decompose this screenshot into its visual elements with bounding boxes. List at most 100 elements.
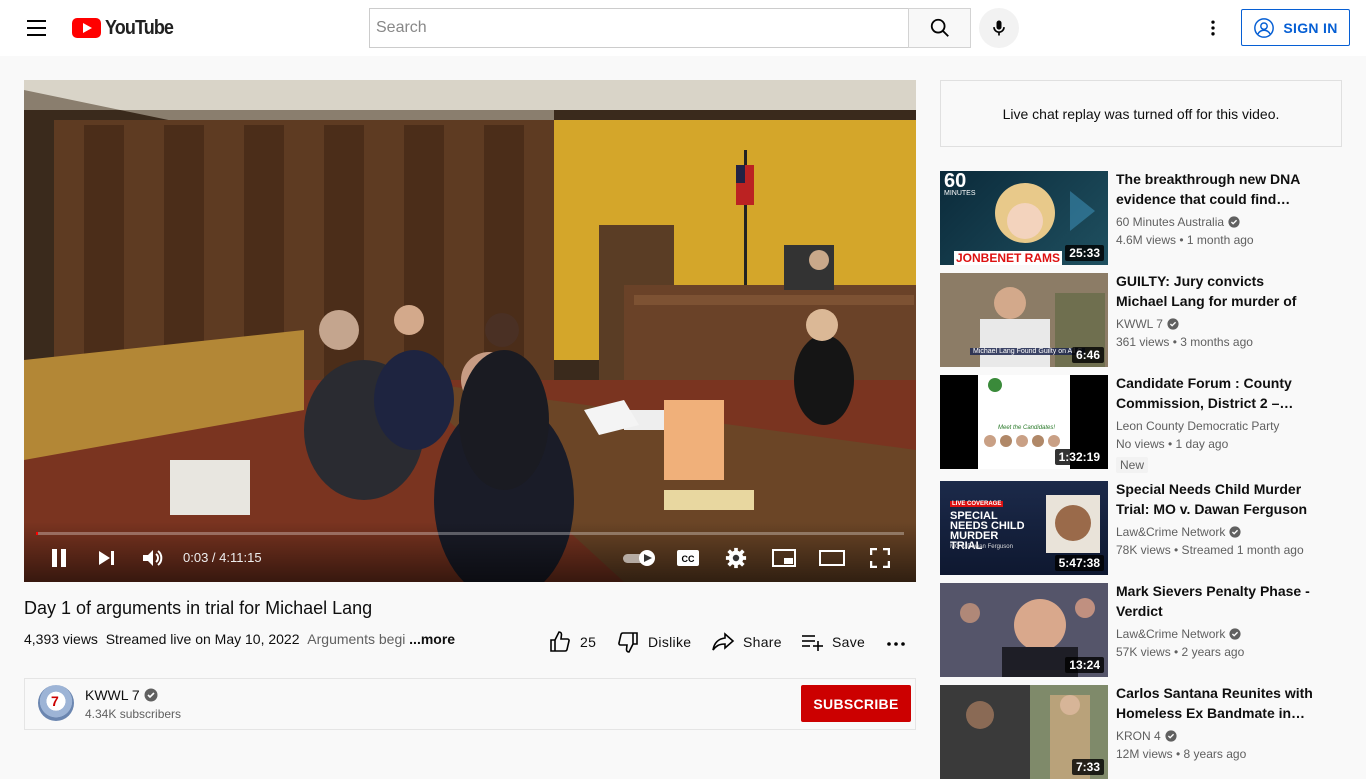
video-meta: 4,393 views Streamed live on May 10, 202… (24, 631, 455, 647)
thumbnail-caption: Meet the Candidates! (998, 425, 1056, 431)
video-stats: 57K views • 2 years ago (1116, 645, 1245, 659)
more-horizontal-icon (887, 642, 905, 646)
skip-next-icon (99, 551, 114, 565)
video-duration: 13:24 (1065, 657, 1104, 673)
stream-date: Streamed live on May 10, 2022 (105, 631, 300, 647)
progress-bar-fill (36, 532, 38, 535)
thumbnail-subtext: MINUTES (944, 190, 976, 197)
video-stats: 4.6M views • 1 month ago (1116, 233, 1254, 247)
guide-menu-button[interactable] (16, 8, 56, 48)
subtitles-button[interactable]: CC (670, 540, 706, 576)
thumbs-down-icon (618, 632, 638, 653)
autoplay-toggle[interactable] (618, 540, 662, 576)
recommended-video[interactable]: LIVE COVERAGE SPECIAL NEEDS CHILD MURDER… (940, 481, 1350, 575)
thumbnail-text: 60 (944, 171, 967, 192)
autoplay-icon (623, 550, 655, 566)
video-duration: 7:33 (1071, 759, 1104, 775)
player-controls: 0:03 / 4:11:15 CC (24, 522, 916, 582)
verified-badge-icon (1229, 526, 1241, 538)
more-actions-button[interactable] (884, 624, 908, 660)
voice-search-button[interactable] (979, 8, 1019, 48)
video-stats: No views • 1 day ago (1116, 437, 1229, 451)
verified-badge-icon (144, 688, 158, 702)
recommended-video[interactable]: Michael Lang Found Guilty on All C 6:46 … (940, 273, 1350, 367)
recommended-video[interactable]: 60 MINUTES JONBENET RAMS 25:33 The break… (940, 171, 1350, 265)
logo-text: YouTube (105, 16, 174, 39)
verified-badge-icon (1228, 216, 1240, 228)
channel-avatar[interactable]: 7 (38, 685, 74, 721)
video-thumbnail: Michael Lang Found Guilty on All C 6:46 (940, 273, 1108, 367)
chat-message: Live chat replay was turned off for this… (1002, 105, 1280, 122)
channel-name: KWWL 7 (1116, 317, 1163, 331)
dislike-label: Dislike (648, 634, 692, 650)
channel-name-link[interactable]: KWWL 7 (85, 687, 158, 703)
verified-badge-icon (1167, 318, 1179, 330)
settings-button[interactable] (718, 540, 754, 576)
volume-icon (143, 550, 163, 566)
thumbnail-tag: LIVE COVERAGE (950, 501, 1004, 507)
save-label: Save (832, 634, 866, 650)
video-player[interactable]: 0:03 / 4:11:15 CC (24, 80, 916, 582)
playlist-add-icon (802, 635, 823, 651)
mute-button[interactable] (135, 540, 171, 576)
video-stats: 12M views • 8 years ago (1116, 747, 1247, 761)
channel-line: 60 Minutes Australia (1116, 215, 1240, 229)
recommended-video[interactable]: 13:24 Mark Sievers Penalty Phase - Verdi… (940, 583, 1350, 677)
verified-badge-icon (1229, 628, 1241, 640)
video-title: Mark Sievers Penalty Phase - Verdict (1116, 583, 1310, 619)
pause-button[interactable] (41, 540, 77, 576)
video-thumbnail: 7:33 (940, 685, 1108, 779)
recommended-video[interactable]: Meet the Candidates! 1:32:19 Candidate F… (940, 375, 1350, 473)
miniplayer-icon (772, 549, 796, 567)
thumbnail-caption: JONBENET RAMS (954, 251, 1063, 265)
channel-info: 7 KWWL 7 4.34K subscribers SUBSCRIBE (24, 678, 916, 730)
description-expand-link[interactable]: ...more (409, 631, 455, 647)
search-input[interactable] (369, 8, 908, 48)
share-button[interactable]: Share (711, 624, 782, 660)
description-preview: Arguments begi (307, 631, 406, 647)
hamburger-icon-line (26, 34, 46, 36)
settings-menu-button[interactable] (1193, 8, 1233, 48)
video-title: Candidate Forum : County Commission, Dis… (1116, 375, 1294, 411)
theater-mode-icon (819, 550, 845, 566)
channel-line: Law&Crime Network (1116, 525, 1241, 539)
video-thumbnail: 13:24 (940, 583, 1108, 677)
save-button[interactable]: Save (800, 624, 865, 660)
theater-mode-button[interactable] (814, 540, 850, 576)
sign-in-button[interactable]: SIGN IN (1241, 9, 1350, 46)
search-button[interactable] (908, 8, 971, 48)
video-thumbnail: Meet the Candidates! 1:32:19 (940, 375, 1108, 469)
dislike-button[interactable]: Dislike (616, 624, 691, 660)
channel-name: Law&Crime Network (1116, 525, 1226, 539)
video-duration: 6:46 (1071, 347, 1104, 363)
more-vertical-icon (1211, 20, 1215, 36)
like-button[interactable]: 25 (548, 624, 596, 660)
share-icon (712, 632, 735, 651)
channel-name: Law&Crime Network (1116, 627, 1226, 641)
video-thumbnail: LIVE COVERAGE SPECIAL NEEDS CHILD MURDER… (940, 481, 1108, 575)
channel-name: Leon County Democratic Party (1116, 419, 1280, 433)
next-video-button[interactable] (88, 540, 124, 576)
pause-icon (52, 549, 66, 567)
channel-name: KRON 4 (1116, 729, 1161, 743)
fullscreen-button[interactable] (862, 540, 898, 576)
channel-line: KRON 4 (1116, 729, 1177, 743)
video-title: The breakthrough new DNA evidence that c… (1116, 171, 1300, 207)
subscribe-button[interactable]: SUBSCRIBE (801, 685, 911, 722)
channel-name: KWWL 7 (85, 687, 140, 703)
youtube-logo[interactable]: YouTube (72, 17, 181, 39)
channel-name: 60 Minutes Australia (1116, 215, 1225, 229)
miniplayer-button[interactable] (766, 540, 802, 576)
microphone-icon (993, 20, 1005, 36)
video-stats: 78K views • Streamed 1 month ago (1116, 543, 1304, 557)
video-duration: 1:32:19 (1054, 449, 1104, 465)
subscriber-count: 4.34K subscribers (85, 707, 182, 721)
video-frame (24, 80, 916, 582)
recommended-video[interactable]: 7:33 Carlos Santana Reunites with Homele… (940, 685, 1350, 779)
hamburger-icon (26, 20, 46, 22)
youtube-play-icon (72, 18, 101, 38)
hamburger-icon-line (26, 27, 46, 29)
masthead: YouTube SIGN IN (0, 0, 1366, 56)
progress-bar[interactable] (36, 532, 904, 535)
video-duration: 5:47:38 (1054, 555, 1104, 571)
